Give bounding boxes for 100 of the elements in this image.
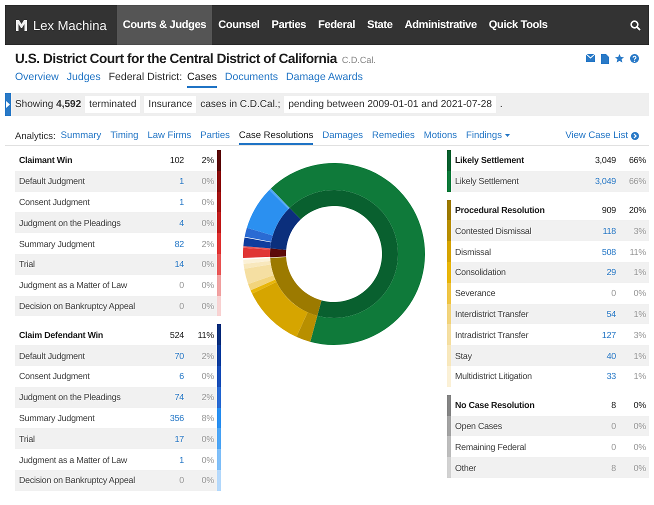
group-label: Claimant Win xyxy=(18,154,74,168)
search-icon[interactable] xyxy=(630,20,641,30)
nav-item[interactable]: Quick Tools xyxy=(482,5,554,45)
group-count: 524 xyxy=(168,328,185,342)
row-percent: 0% xyxy=(200,474,215,488)
row-percent: 2% xyxy=(200,350,215,363)
header-tab[interactable]: Documents xyxy=(224,71,278,88)
header-tab[interactable]: Judges xyxy=(66,71,101,88)
caret-icon xyxy=(504,134,510,137)
document-icon[interactable] xyxy=(601,54,609,64)
filter-chip[interactable]: Insurance xyxy=(144,96,196,113)
row-count[interactable]: 14 xyxy=(157,254,187,275)
header-tab[interactable]: Cases xyxy=(187,71,217,88)
row-label: Judgment on the Pleadings xyxy=(18,391,122,404)
row-percent: 0% xyxy=(200,196,215,209)
analytics-tab[interactable]: Parties xyxy=(200,130,230,145)
row-percent: 0% xyxy=(632,420,647,433)
row-count: 0 xyxy=(178,474,185,488)
row-label: Interdistrict Transfer xyxy=(454,308,530,321)
nav-item[interactable]: Courts & Judges xyxy=(116,5,212,45)
filter-text: Showing 4,592 xyxy=(15,99,82,110)
group-count: 3,049 xyxy=(594,154,617,168)
analytics-tab[interactable]: Damages xyxy=(322,130,363,145)
group-label: Likely Settlement xyxy=(454,154,525,168)
analytics-tab[interactable]: Case Resolutions xyxy=(238,130,314,145)
row-percent: 11% xyxy=(628,246,647,259)
nav-item[interactable]: Counsel xyxy=(212,5,266,45)
row-count: 8 xyxy=(610,462,617,475)
nav-item[interactable]: State xyxy=(361,5,399,45)
row-count[interactable]: 70 xyxy=(157,345,187,366)
row-count[interactable]: 1 xyxy=(157,192,187,212)
analytics-tab[interactable]: Remedies xyxy=(372,130,415,145)
filter-chip[interactable]: terminated xyxy=(85,96,140,113)
row-count[interactable]: 1 xyxy=(157,449,187,470)
filter-text: cases in C.D.Cal.; xyxy=(200,99,280,110)
analytics-tab[interactable]: Summary xyxy=(60,130,102,145)
header-tab[interactable]: Overview xyxy=(15,71,59,88)
row-percent: 1% xyxy=(632,266,647,280)
header-tab[interactable]: Damage Awards xyxy=(286,71,363,88)
row-label: Likely Settlement xyxy=(454,175,520,188)
view-case-list-link[interactable]: View Case List xyxy=(565,130,639,145)
row-label: Judgment as a Matter of Law xyxy=(18,454,128,467)
row-percent: 3% xyxy=(632,224,647,238)
analytics-label: Analytics: xyxy=(15,131,56,144)
row-percent: 2% xyxy=(200,391,215,404)
row-count[interactable]: 118 xyxy=(589,220,619,242)
row-label: Contested Dismissal xyxy=(454,224,532,238)
nav-item[interactable]: Administrative xyxy=(398,5,483,45)
row-percent: 0% xyxy=(632,440,647,454)
row-label: Severance xyxy=(454,287,496,300)
logo-icon xyxy=(15,18,28,32)
analytics-tab[interactable]: Law Firms xyxy=(147,130,192,145)
help-icon[interactable] xyxy=(630,54,639,62)
row-label: Consent Judgment xyxy=(18,196,91,209)
nav-item[interactable]: Federal xyxy=(312,5,362,45)
nav-item[interactable]: Parties xyxy=(266,5,312,45)
row-count[interactable]: 127 xyxy=(589,324,619,346)
row-label: Trial xyxy=(18,432,36,446)
star-icon[interactable] xyxy=(615,54,624,62)
row-label: Decision on Bankruptcy Appeal xyxy=(18,474,136,488)
row-count[interactable]: 4 xyxy=(157,212,187,234)
row-count[interactable]: 82 xyxy=(157,233,187,254)
row-count: 0 xyxy=(178,279,185,292)
row-label: Summary Judgment xyxy=(18,238,96,251)
group-count: 102 xyxy=(168,154,185,168)
row-count[interactable]: 33 xyxy=(589,366,619,387)
row-count[interactable]: 1 xyxy=(157,170,187,192)
row-percent: 1% xyxy=(632,350,647,363)
row-count[interactable]: 508 xyxy=(589,241,619,262)
row-label: Other xyxy=(454,462,478,475)
row-count[interactable]: 29 xyxy=(589,262,619,283)
row-count[interactable]: 6 xyxy=(157,366,187,387)
row-count[interactable]: 3,049 xyxy=(589,170,619,192)
analytics-tab[interactable]: Findings xyxy=(466,130,510,145)
row-percent: 0% xyxy=(200,175,215,188)
group-percent: 2% xyxy=(200,154,215,168)
filter-chip[interactable]: pending between 2009-01-01 and 2021-07-28 xyxy=(284,96,496,113)
court-abbreviation: C.D.Cal. xyxy=(342,55,376,65)
row-count[interactable]: 356 xyxy=(157,408,187,428)
row-label: Judgment as a Matter of Law xyxy=(18,279,128,292)
row-percent: 0% xyxy=(632,287,647,300)
analytics-tab[interactable]: Motions xyxy=(424,130,458,145)
row-label: Decision on Bankruptcy Appeal xyxy=(18,300,136,313)
row-count[interactable]: 54 xyxy=(589,304,619,324)
row-percent: 66% xyxy=(628,175,647,188)
row-count[interactable]: 74 xyxy=(157,386,187,408)
group-label: No Case Resolution xyxy=(454,399,536,412)
row-label: Default Judgment xyxy=(18,350,86,363)
row-percent: 8% xyxy=(200,412,215,425)
row-count[interactable]: 17 xyxy=(157,428,187,450)
row-count[interactable]: 40 xyxy=(589,345,619,366)
analytics-tab[interactable]: Timing xyxy=(110,130,138,145)
mail-icon[interactable] xyxy=(586,54,595,62)
row-percent: 2% xyxy=(200,238,215,251)
section-label: Federal District: xyxy=(108,71,182,85)
row-percent: 0% xyxy=(200,279,215,292)
expand-handle[interactable] xyxy=(5,93,11,116)
group-percent: 20% xyxy=(628,204,647,217)
filter-text: . xyxy=(500,99,503,110)
row-count: 0 xyxy=(178,300,185,313)
